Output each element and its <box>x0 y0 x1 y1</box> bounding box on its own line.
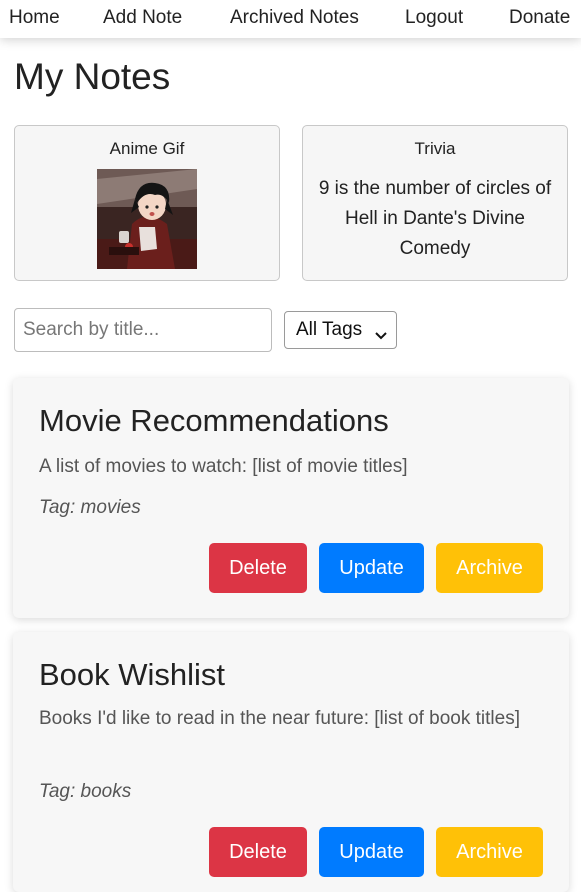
note-tag: Tag: books <box>39 781 132 802</box>
nav-home-link[interactable]: Home <box>9 7 60 29</box>
nav-logout-link[interactable]: Logout <box>405 7 463 29</box>
note-tag: Tag: movies <box>39 497 141 518</box>
anime-gif-widget: Anime Gif <box>14 125 280 281</box>
note-body: Books I'd like to read in the near futur… <box>39 708 520 729</box>
archive-button[interactable]: Archive <box>436 827 543 877</box>
nav-archived-notes-link[interactable]: Archived Notes <box>230 7 359 29</box>
note-card: Movie Recommendations A list of movies t… <box>13 378 569 618</box>
update-button[interactable]: Update <box>319 827 424 877</box>
note-card: Book Wishlist Books I'd like to read in … <box>13 632 569 892</box>
note-body: A list of movies to watch: [list of movi… <box>39 456 408 477</box>
search-title-input[interactable] <box>14 308 272 352</box>
trivia-text: 9 is the number of circles of Hell in Da… <box>318 178 552 259</box>
nav-donate-link[interactable]: Donate <box>509 7 570 29</box>
tag-filter-select[interactable]: All Tags <box>284 311 397 349</box>
page-title: My Notes <box>14 56 171 97</box>
anime-gif-title: Anime Gif <box>109 139 185 158</box>
trivia-title: Trivia <box>414 139 456 158</box>
chevron-down-icon <box>375 324 387 346</box>
archive-button[interactable]: Archive <box>436 543 543 593</box>
anime-gif-image <box>97 169 197 269</box>
delete-button[interactable]: Delete <box>209 827 307 877</box>
trivia-widget: Trivia 9 is the number of circles of Hel… <box>302 125 568 281</box>
delete-button[interactable]: Delete <box>209 543 307 593</box>
top-navbar: Home Add Note Archived Notes Logout Dona… <box>0 0 581 38</box>
nav-add-note-link[interactable]: Add Note <box>103 7 182 29</box>
tag-filter-selected-value: All Tags <box>296 319 363 340</box>
note-title: Movie Recommendations <box>39 403 389 438</box>
update-button[interactable]: Update <box>319 543 424 593</box>
note-title: Book Wishlist <box>39 657 226 692</box>
